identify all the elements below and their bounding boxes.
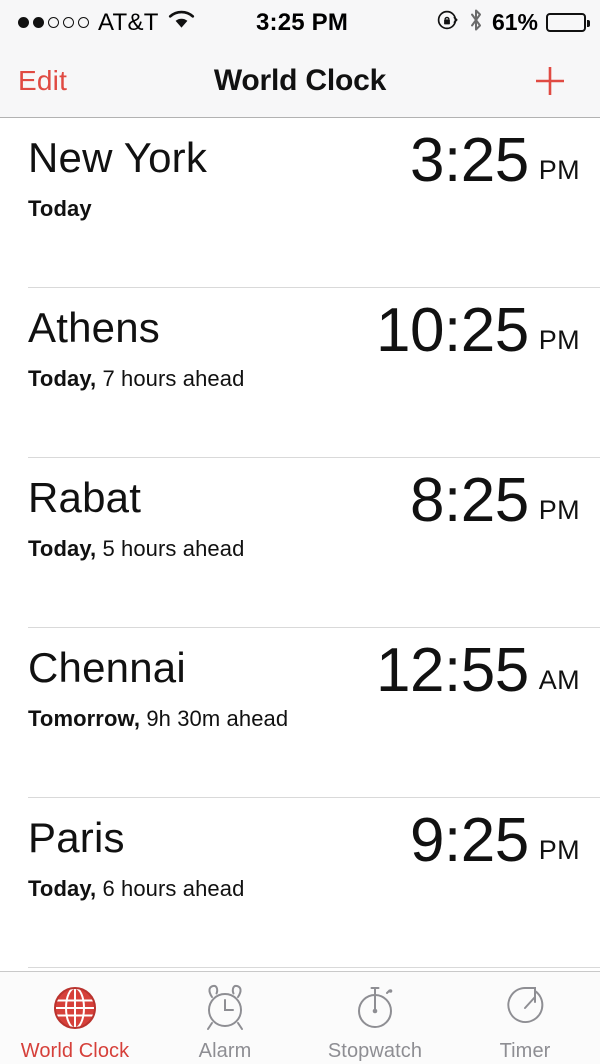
day-label: Today, [28,366,97,392]
signal-dot-2 [33,17,44,28]
clock-row-time: 8:25 PM [410,458,580,532]
tab-alarm[interactable]: Alarm [150,972,300,1064]
add-city-button[interactable] [530,61,570,101]
relative-time: Today, 5 hours ahead [28,536,244,562]
city-name: Paris [28,814,125,861]
ampm-label: PM [538,325,580,355]
ampm-label: PM [538,155,580,185]
clock-row-info: Athens Today, 7 hours ahead [28,288,244,392]
offset-label: 6 hours ahead [96,876,245,902]
signal-dot-3 [48,17,59,28]
clock-row-info: Chennai Tomorrow, 9h 30m ahead [28,628,288,732]
relative-time: Today [28,196,207,222]
battery-icon [546,13,591,32]
clock-row-athens[interactable]: Athens Today, 7 hours ahead 10:25 PM [0,288,600,458]
alarm-clock-icon [207,984,243,1030]
wifi-icon [168,9,195,36]
page-title: World Clock [213,64,387,97]
local-time: 3:25 [410,126,529,195]
status-bar-clock: 3:25 PM [255,8,349,36]
clock-row-time: 10:25 PM [376,288,580,362]
day-label: Today, [28,536,97,562]
tab-stopwatch[interactable]: Stopwatch [300,972,450,1064]
tab-bar: World Clock Alarm Stopwatch Timer [0,971,600,1064]
day-label: Today, [28,876,97,902]
local-time: 9:25 [410,806,529,875]
city-name: New York [28,134,208,181]
rotation-lock-icon [436,8,460,38]
tab-label: Timer [499,1040,551,1062]
day-label: Tomorrow, [28,706,141,732]
clock-row-chennai[interactable]: Chennai Tomorrow, 9h 30m ahead 12:55 AM [0,628,600,798]
relative-time: Tomorrow, 9h 30m ahead [28,706,288,732]
city-name: Rabat [28,474,142,521]
signal-dot-4 [63,17,74,28]
local-time: 12:55 [376,636,529,705]
clock-row-info: Paris Today, 6 hours ahead [28,798,244,902]
tab-world-clock[interactable]: World Clock [0,972,150,1064]
ampm-label: AM [538,665,580,695]
clock-row-rabat[interactable]: Rabat Today, 5 hours ahead 8:25 PM [0,458,600,628]
city-name: Chennai [28,644,186,691]
offset-label: 7 hours ahead [96,366,245,392]
clock-row-time: 9:25 PM [410,798,580,872]
signal-dot-5 [78,17,89,28]
clock-row-time: 12:55 AM [376,628,580,702]
clock-row-info: Rabat Today, 5 hours ahead [28,458,244,562]
status-bar-center: 3:25 PM [256,9,348,37]
clock-row-new-york[interactable]: New York Today 3:25 PM [0,118,600,288]
timer-icon [507,987,544,1023]
offset-label: 5 hours ahead [96,536,245,562]
clock-row-paris[interactable]: Paris Today, 6 hours ahead 9:25 PM [0,798,600,968]
ampm-label: PM [538,495,580,525]
plus-icon [536,67,564,95]
stopwatch-icon [358,987,393,1028]
tab-label: World Clock [20,1040,130,1062]
city-name: Athens [28,304,160,351]
battery-percent-label: 61% [491,9,539,35]
signal-dot-1 [18,17,29,28]
world-clock-list: New York Today 3:25 PM Athens Today, 7 h… [0,118,600,968]
local-time: 10:25 [376,296,529,365]
signal-strength-dots [18,17,89,28]
tab-label: Alarm [198,1040,252,1062]
tab-label: Stopwatch [327,1040,423,1062]
navigation-bar: Edit World Clock [0,45,600,118]
offset-label: 9h 30m ahead [140,706,289,732]
local-time: 8:25 [410,466,529,535]
status-bar-right: 61% [348,8,591,38]
day-label: Today [28,196,92,222]
relative-time: Today, 6 hours ahead [28,876,244,902]
status-bar: AT&T 3:25 PM 61% [0,0,600,45]
tab-timer[interactable]: Timer [450,972,600,1064]
carrier-label: AT&T [98,8,159,36]
clock-row-info: New York Today [28,118,207,222]
ampm-label: PM [538,835,580,865]
edit-button[interactable]: Edit [18,65,67,97]
bluetooth-icon [468,8,484,38]
status-bar-left: AT&T [18,9,256,37]
relative-time: Today, 7 hours ahead [28,366,244,392]
world-clock-screen: AT&T 3:25 PM 61% Edit World Clock New Yo… [0,0,600,1064]
globe-icon [54,987,96,1029]
clock-row-time: 3:25 PM [410,118,580,192]
